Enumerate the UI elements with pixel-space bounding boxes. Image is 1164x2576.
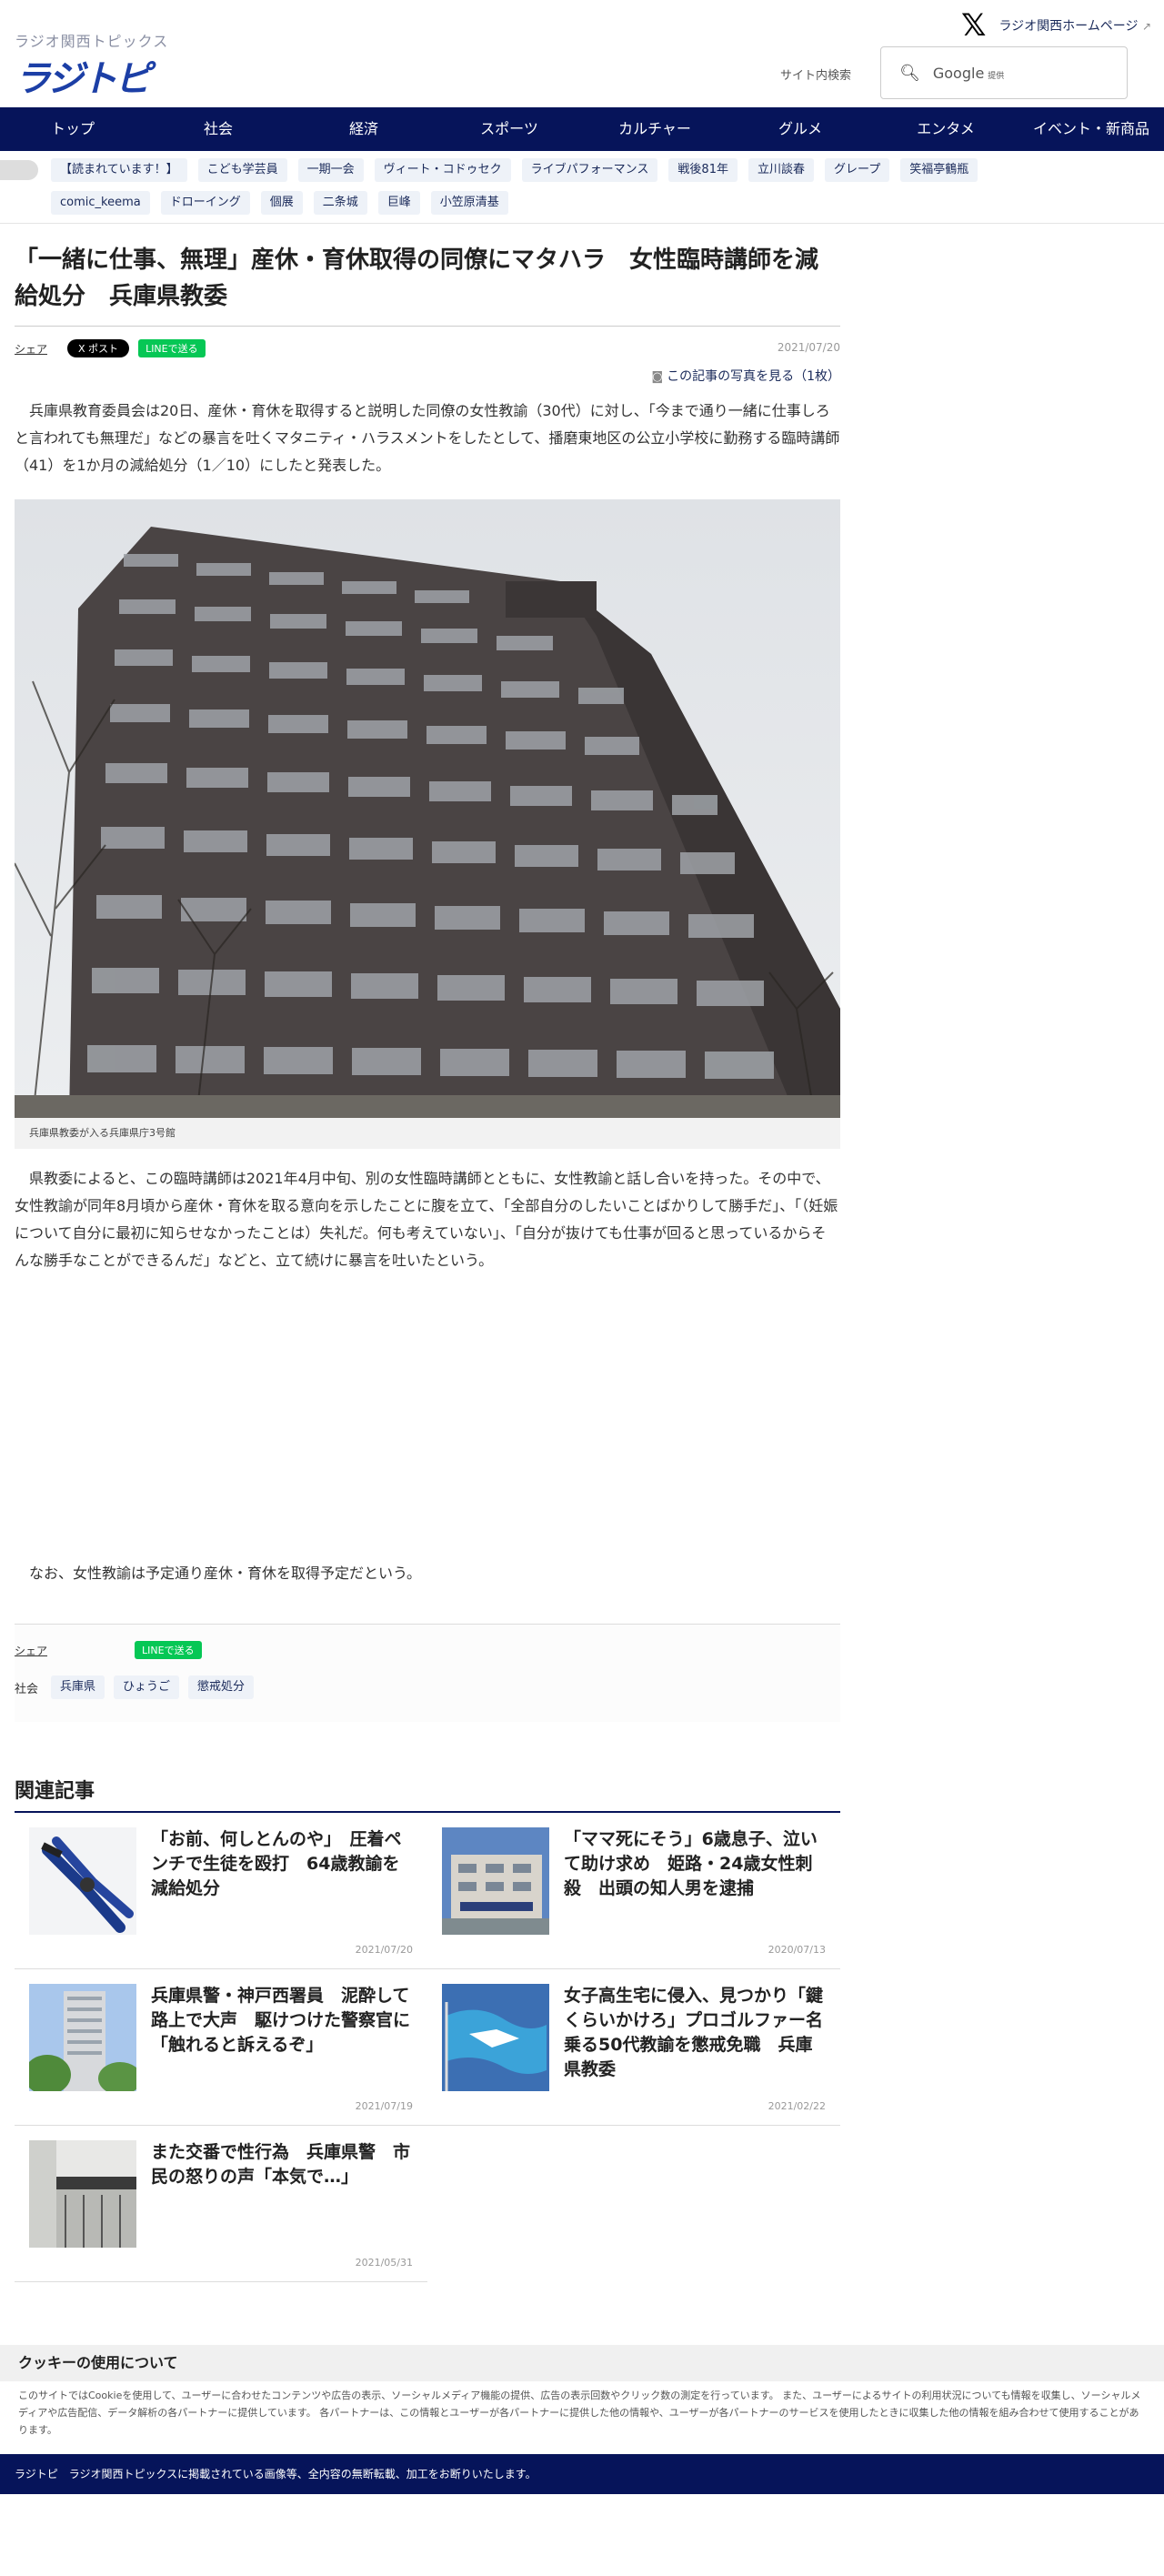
article-footer: シェア LINEで送る 社会 兵庫県 ひょうご 懲戒処分 (15, 1624, 840, 1722)
tower-building-photo (29, 1984, 136, 2091)
tag-chip[interactable]: 兵庫県 (51, 1675, 105, 1699)
tag-chip[interactable]: ライブパフォーマンス (521, 158, 658, 182)
footer-share-row: シェア LINEで送る (15, 1641, 840, 1659)
related-article-title: 兵庫県警・神戸西署員 泥酔して路上で大声 駆けつけた警察官に「触れると訴えるぞ」 (151, 1986, 411, 2055)
external-link-icon: ↗ (1141, 20, 1151, 33)
radio-kansai-home-link[interactable]: ラジオ関西ホームページ ↗ (998, 16, 1151, 35)
nav-item-culture[interactable]: カルチャー (582, 107, 728, 151)
tag-chip[interactable]: 二条城 (313, 191, 367, 215)
nav-item-sports[interactable]: スポーツ (436, 107, 582, 151)
nav-item-society[interactable]: 社会 (146, 107, 291, 151)
related-thumbnail (29, 1984, 136, 2091)
related-articles: 「お前、何しとんのや」 圧着ペンチで生徒を殴打 64歳教諭を減給処分 2021/… (15, 1813, 840, 2282)
tag-chip[interactable]: 小笠原清基 (430, 191, 508, 215)
article-photo[interactable] (15, 499, 840, 1118)
cookie-notice-title: クッキーの使用について (0, 2345, 1164, 2381)
tag-chip[interactable]: 巨峰 (377, 191, 420, 215)
related-articles-heading: 関連記事 (15, 1775, 840, 1813)
tag-chip[interactable]: こども学芸員 (197, 158, 287, 182)
related-thumbnail (29, 1827, 136, 1935)
cookie-notice-text: このサイトではCookieを使用して、ユーザーに合わせたコンテンツや広告の表示、… (18, 2390, 1141, 2436)
tag-chip[interactable]: comic_keema (51, 191, 150, 215)
category-row: 社会 兵庫県 ひょうご 懲戒処分 (15, 1675, 840, 1699)
tag-chip[interactable]: 笑福亭鶴瓶 (900, 158, 978, 182)
related-article[interactable]: 兵庫県警・神戸西署員 泥酔して路上で大声 駆けつけた警察官に「触れると訴えるぞ」… (15, 1969, 427, 2126)
share-label: シェア (15, 342, 48, 356)
category-label[interactable]: 社会 (15, 1679, 38, 1696)
tag-chip[interactable]: ヴィート・コドゥセク (374, 158, 511, 182)
article-date: 2021/07/20 (777, 341, 840, 354)
tag-chip[interactable]: 懲戒処分 (188, 1675, 255, 1699)
search-icon: 🔍︎ (899, 63, 920, 83)
site-search-label: サイト内検索 (780, 69, 852, 83)
related-article[interactable]: 女子高生宅に侵入、見つかり「鍵くらいかけろ」プロゴルファー名乗る50代教諭を懲戒… (427, 1969, 840, 2126)
line-send-button[interactable]: LINEで送る (138, 339, 206, 357)
photo-caption: 兵庫県教委が入る兵庫県庁3号館 (15, 1118, 840, 1149)
related-article[interactable]: また交番で性行為 兵庫県警 市民の怒りの声「本気で…」 2021/05/31 (15, 2126, 427, 2282)
tag-chip[interactable]: 立川談春 (748, 158, 814, 182)
nav-item-events[interactable]: イベント・新商品 (1018, 107, 1164, 151)
tag-chip[interactable]: ドローイング (160, 191, 250, 215)
related-thumbnail (442, 1827, 549, 1935)
related-article[interactable]: 「お前、何しとんのや」 圧着ペンチで生徒を殴打 64歳教諭を減給処分 2021/… (15, 1813, 427, 1969)
related-thumbnail (29, 2140, 136, 2248)
x-logo-icon[interactable]: 𝕏 (961, 7, 986, 44)
site-header: ラジオ関西トピックス ラジトピ 𝕏 ラジオ関西ホームページ ↗ サイト内検索 🔍… (0, 0, 1164, 107)
search-input[interactable]: 🔍︎ Google 提供 (880, 46, 1128, 99)
tag-chip[interactable]: ひょうご (114, 1675, 180, 1699)
google-search-brand: Google 提供 (932, 64, 1005, 82)
logo-wordmark: ラジトピ (15, 58, 151, 100)
nav-item-economy[interactable]: 経済 (291, 107, 436, 151)
nav-item-top[interactable]: トップ (0, 107, 146, 151)
related-article-title: 女子高生宅に侵入、見つかり「鍵くらいかけろ」プロゴルファー名乗る50代教諭を懲戒… (564, 1986, 824, 2079)
line-send-button[interactable]: LINEで送る (135, 1641, 202, 1659)
related-article-date: 2021/05/31 (355, 2257, 413, 2269)
x-post-button[interactable]: X ポスト (67, 339, 130, 357)
site-logo[interactable]: ラジオ関西トピックス ラジトピ (15, 29, 168, 102)
related-article[interactable]: 「ママ死にそう」6歳息子、泣いて助け求め 姫路・24歳女性刺殺 出頭の知人男を逮… (427, 1813, 840, 1969)
camera-icon: ◙ (651, 370, 664, 384)
article-paragraph: なお、女性教諭は予定通り産休・育休を取得予定だという。 (15, 1565, 422, 1582)
ad-space (15, 1274, 840, 1547)
related-article-date: 2021/07/20 (355, 1944, 413, 1956)
pliers-photo (29, 1827, 136, 1935)
share-row: シェア X ポスト LINEで送る 2021/07/20 (15, 339, 840, 357)
share-label: シェア (15, 1644, 48, 1657)
copyright-footer: ラジトピ ラジオ関西トピックスに掲載されている画像等、全内容の無断転載、加工をお… (0, 2454, 1164, 2494)
tag-chip[interactable]: 一期一会 (297, 158, 364, 182)
related-thumbnail (442, 1984, 549, 2091)
tag-chip[interactable]: 戦後81年 (668, 158, 738, 182)
article: 「一緒に仕事、無理」産休・育休取得の同僚にマタハラ 女性臨時講師を減給処分 兵庫… (15, 224, 840, 2282)
nav-item-gourmet[interactable]: グルメ (728, 107, 873, 151)
main-nav: トップ 社会 経済 スポーツ カルチャー グルメ エンタメ イベント・新商品 (0, 107, 1164, 151)
nav-item-entertainment[interactable]: エンタメ (873, 107, 1018, 151)
article-paragraph: 兵庫県教育委員会は20日、産休・育休を取得すると説明した同僚の女性教諭（30代）… (15, 402, 840, 474)
tag-chip[interactable]: 【読まれています！】 (51, 158, 187, 182)
related-article-title: 「お前、何しとんのや」 圧着ペンチで生徒を殴打 64歳教諭を減給処分 (151, 1829, 402, 1898)
related-article-title: また交番で性行為 兵庫県警 市民の怒りの声「本気で…」 (151, 2142, 411, 2187)
article-headline: 「一緒に仕事、無理」産休・育休取得の同僚にマタハラ 女性臨時講師を減給処分 兵庫… (15, 224, 840, 327)
top-links: 𝕏 ラジオ関西ホームページ ↗ (961, 7, 1151, 44)
police-building-photo (442, 1827, 549, 1935)
flag-photo (442, 1984, 549, 2091)
tag-chip[interactable]: グレープ (824, 158, 890, 182)
trending-tags-bar: 【読まれています！】 こども学芸員 一期一会 ヴィート・コドゥセク ライブパフォ… (0, 151, 1164, 224)
related-article-date: 2021/07/19 (355, 2100, 413, 2112)
related-article-date: 2021/02/22 (768, 2100, 826, 2112)
view-photos-link[interactable]: ◙ この記事の写真を見る（1枚） (15, 367, 840, 385)
trending-tags: 【読まれています！】 こども学芸員 一期一会 ヴィート・コドゥセク ライブパフォ… (51, 158, 1069, 215)
article-paragraph: 県教委によると、この臨時講師は2021年4月中旬、別の女性臨時講師とともに、女性… (15, 1170, 838, 1269)
related-article-title: 「ママ死にそう」6歳息子、泣いて助け求め 姫路・24歳女性刺殺 出頭の知人男を逮… (564, 1829, 818, 1898)
logo-subtitle: ラジオ関西トピックス (15, 33, 169, 50)
prefectural-building-image (15, 499, 840, 1118)
related-article-date: 2020/07/13 (768, 1944, 826, 1956)
police-box-photo (29, 2140, 136, 2248)
tag-chip[interactable]: 個展 (260, 191, 303, 215)
tag-scroll-arrow-icon[interactable] (0, 160, 38, 180)
